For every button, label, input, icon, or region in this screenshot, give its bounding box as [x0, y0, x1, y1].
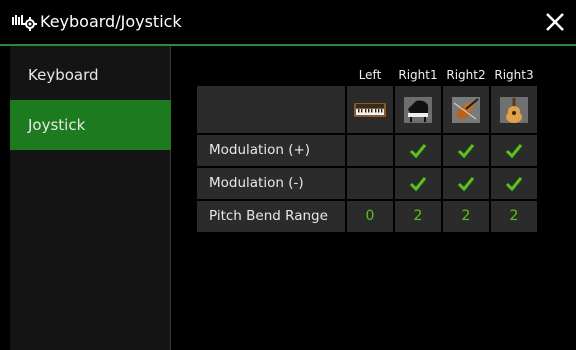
pitch-bend-right1-value[interactable]: 2: [395, 201, 441, 232]
column-header-right3: Right3: [494, 68, 534, 82]
pitch-bend-right3-value[interactable]: 2: [491, 201, 537, 232]
row-label-modulation-minus: Modulation (-): [197, 168, 345, 199]
voice-right3-cell: [491, 86, 537, 133]
sidebar: Keyboard Joystick: [10, 46, 171, 350]
sidebar-item-label: Keyboard: [28, 66, 99, 84]
pitch-bend-left-value[interactable]: 0: [347, 201, 393, 232]
cell-modulation-minus-right2[interactable]: [443, 168, 489, 199]
check-icon: [409, 143, 427, 158]
synth-keyboard-icon: [354, 102, 386, 117]
cell-modulation-plus-left[interactable]: [347, 135, 393, 166]
violin-icon: [452, 96, 480, 123]
page-title: Keyboard/Joystick: [40, 12, 182, 31]
cell-modulation-plus-right2[interactable]: [443, 135, 489, 166]
acoustic-guitar-icon: [500, 96, 528, 123]
keyboard-settings-icon: [12, 12, 38, 32]
sidebar-item-joystick[interactable]: Joystick: [10, 100, 171, 150]
voice-right1-cell: [395, 86, 441, 133]
cell-modulation-minus-right1[interactable]: [395, 168, 441, 199]
column-header-right1: Right1: [398, 68, 438, 82]
check-icon: [457, 143, 475, 158]
check-icon: [505, 176, 523, 191]
cell-modulation-minus-right3[interactable]: [491, 168, 537, 199]
column-header-left: Left: [358, 68, 382, 82]
check-icon: [457, 176, 475, 191]
voice-row-label-cell: [197, 86, 345, 133]
column-header-right2: Right2: [446, 68, 486, 82]
pitch-bend-right2-value[interactable]: 2: [443, 201, 489, 232]
close-button[interactable]: [540, 6, 570, 38]
cell-modulation-plus-right1[interactable]: [395, 135, 441, 166]
voice-right2-cell: [443, 86, 489, 133]
cell-modulation-plus-right3[interactable]: [491, 135, 537, 166]
title-bar: Keyboard/Joystick: [0, 0, 576, 46]
close-icon: [546, 13, 564, 31]
check-icon: [505, 143, 523, 158]
sidebar-item-label: Joystick: [28, 116, 86, 134]
check-icon: [409, 176, 427, 191]
row-label-pitch-bend-range: Pitch Bend Range: [197, 201, 345, 232]
cell-modulation-minus-left[interactable]: [347, 168, 393, 199]
grand-piano-icon: [404, 96, 432, 123]
voice-left-cell: [347, 86, 393, 133]
sidebar-item-keyboard[interactable]: Keyboard: [10, 50, 171, 100]
row-label-modulation-plus: Modulation (+): [197, 135, 345, 166]
